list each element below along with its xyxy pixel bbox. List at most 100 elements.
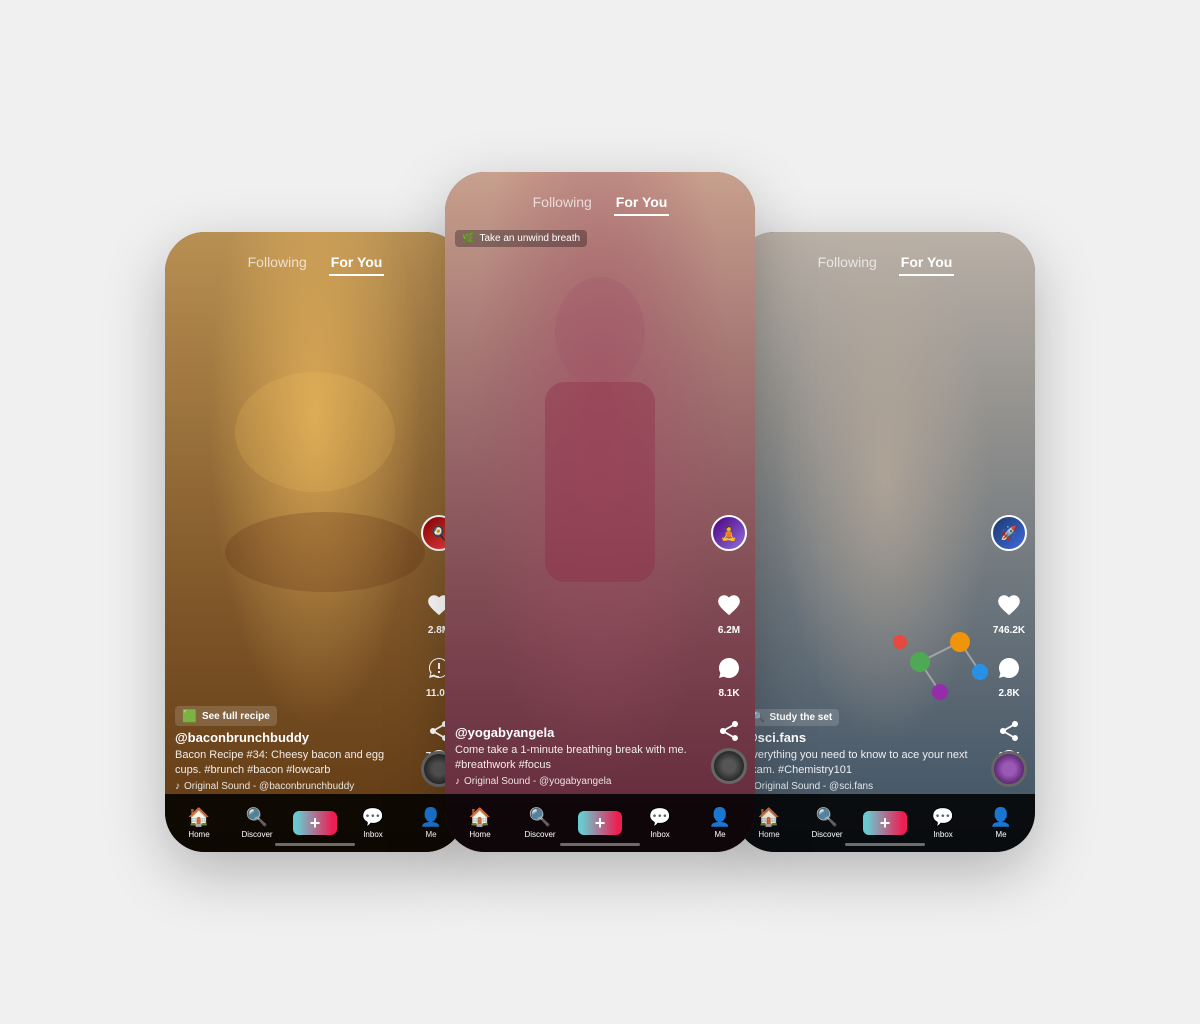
nav-home-right[interactable]: 🏠 Home [749, 807, 789, 839]
following-tab-right[interactable]: Following [816, 250, 879, 276]
breathe-icon: 🌿 [462, 233, 474, 244]
inbox-label-left: Inbox [363, 830, 383, 839]
music-disc-center [711, 748, 747, 784]
bottom-info-center: @yogabyangela Come take a 1-minute breat… [455, 725, 700, 787]
sound-left: ♪ Original Sound - @baconbrunchbuddy [175, 781, 410, 792]
home-label-left: Home [188, 830, 209, 839]
home-label-center: Home [469, 830, 490, 839]
home-icon-right: 🏠 [758, 807, 780, 828]
following-tab-left[interactable]: Following [246, 250, 309, 276]
profile-icon-center: 👤 [709, 807, 731, 828]
music-note-center: ♪ [455, 776, 460, 787]
home-label-right: Home [758, 830, 779, 839]
foryou-tab-right[interactable]: For You [899, 250, 955, 276]
me-label-center: Me [714, 830, 725, 839]
breathe-label: Take an unwind breath [479, 233, 580, 244]
music-note-left: ♪ [175, 781, 180, 792]
discover-label-right: Discover [811, 830, 842, 839]
following-tab-center[interactable]: Following [531, 190, 594, 216]
phone-right: Following For You 🔍 Study the set 🚀 + [735, 232, 1035, 852]
nav-inbox-right[interactable]: 💬 Inbox [923, 807, 963, 839]
top-nav-center: Following For You [445, 190, 755, 216]
sound-center: ♪ Original Sound - @yogabyangela [455, 776, 700, 787]
comment-icon-right [991, 650, 1027, 686]
search-icon-right: 🔍 [816, 807, 838, 828]
phone-center-screen: Following For You 🌿 Take an unwind breat… [445, 172, 755, 852]
plus-button-center[interactable]: + [582, 811, 618, 835]
comment-count-center: 8.1K [718, 688, 739, 699]
profile-icon-left: 👤 [420, 807, 442, 828]
nav-home-center[interactable]: 🏠 Home [460, 807, 500, 839]
breathe-banner[interactable]: 🌿 Take an unwind breath [455, 230, 587, 247]
nav-me-right[interactable]: 👤 Me [981, 807, 1021, 839]
nav-plus-left[interactable]: + [295, 811, 335, 835]
description-right: Everything you need to know to ace your … [745, 748, 980, 777]
search-icon-center: 🔍 [529, 807, 551, 828]
home-indicator-left [275, 843, 355, 846]
home-indicator-right [845, 843, 925, 846]
profile-icon-right: 👤 [990, 807, 1012, 828]
share-icon-center [711, 713, 747, 749]
inbox-label-center: Inbox [650, 830, 670, 839]
phone-left: Following For You 🟩 See full recipe 🍳 + [165, 232, 465, 852]
home-indicator-center [560, 843, 640, 846]
discover-label-center: Discover [524, 830, 555, 839]
phones-container: Following For You 🟩 See full recipe 🍳 + [145, 152, 1055, 872]
recipe-label: See full recipe [202, 711, 270, 722]
me-label-right: Me [995, 830, 1006, 839]
comment-icon-center [711, 650, 747, 686]
discover-label-left: Discover [241, 830, 272, 839]
side-actions-right: 🚀 + 746.2K 2.8K [991, 515, 1027, 762]
phone-right-screen: Following For You 🔍 Study the set 🚀 + [735, 232, 1035, 852]
avatar-container-right[interactable]: 🚀 + [991, 515, 1027, 551]
plus-button-right[interactable]: + [867, 811, 903, 835]
nav-inbox-left[interactable]: 💬 Inbox [353, 807, 393, 839]
username-left[interactable]: @baconbrunchbuddy [175, 730, 410, 745]
side-actions-center: 🧘 + 6.2M 8.1K [711, 515, 747, 762]
avatar-center: 🧘 [711, 515, 747, 551]
nav-discover-left[interactable]: 🔍 Discover [237, 807, 277, 839]
nav-home-left[interactable]: 🏠 Home [179, 807, 219, 839]
avatar-right: 🚀 [991, 515, 1027, 551]
recipe-banner[interactable]: 🟩 See full recipe [175, 706, 277, 726]
description-center: Come take a 1-minute breathing break wit… [455, 743, 700, 772]
plus-button-left[interactable]: + [297, 811, 333, 835]
study-label: Study the set [769, 712, 832, 723]
home-icon-left: 🏠 [188, 807, 210, 828]
username-center[interactable]: @yogabyangela [455, 725, 700, 740]
avatar-container-center[interactable]: 🧘 + [711, 515, 747, 551]
home-icon-center: 🏠 [469, 807, 491, 828]
study-banner[interactable]: 🔍 Study the set [745, 709, 839, 726]
search-icon-left: 🔍 [246, 807, 268, 828]
like-action-center[interactable]: 6.2M [711, 587, 747, 636]
inbox-icon-center: 💬 [649, 807, 671, 828]
share-icon-right [991, 713, 1027, 749]
description-left: Bacon Recipe #34: Cheesy bacon and egg c… [175, 748, 410, 777]
phone-left-screen: Following For You 🟩 See full recipe 🍳 + [165, 232, 465, 852]
nav-me-center[interactable]: 👤 Me [700, 807, 740, 839]
nav-discover-center[interactable]: 🔍 Discover [520, 807, 560, 839]
top-nav-right: Following For You [735, 250, 1035, 276]
inbox-icon-left: 💬 [362, 807, 384, 828]
nav-discover-right[interactable]: 🔍 Discover [807, 807, 847, 839]
nav-plus-center[interactable]: + [580, 811, 620, 835]
like-action-right[interactable]: 746.2K [991, 587, 1027, 636]
music-disc-right [991, 751, 1027, 787]
sound-right: ♪ Original Sound - @sci.fans [745, 781, 980, 792]
foryou-tab-center[interactable]: For You [614, 190, 670, 216]
username-right[interactable]: @sci.fans [745, 730, 980, 745]
comment-count-right: 2.8K [998, 688, 1019, 699]
foryou-tab-left[interactable]: For You [329, 250, 385, 276]
nav-plus-right[interactable]: + [865, 811, 905, 835]
heart-icon-right [991, 587, 1027, 623]
top-nav-left: Following For You [165, 250, 465, 276]
me-label-left: Me [425, 830, 436, 839]
phone-center: Following For You 🌿 Take an unwind breat… [445, 172, 755, 852]
bottom-info-left: @baconbrunchbuddy Bacon Recipe #34: Chee… [175, 730, 410, 792]
inbox-label-right: Inbox [933, 830, 953, 839]
nav-inbox-center[interactable]: 💬 Inbox [640, 807, 680, 839]
bottom-info-right: @sci.fans Everything you need to know to… [745, 730, 980, 792]
comment-action-center[interactable]: 8.1K [711, 650, 747, 699]
like-count-center: 6.2M [718, 625, 740, 636]
comment-action-right[interactable]: 2.8K [991, 650, 1027, 699]
